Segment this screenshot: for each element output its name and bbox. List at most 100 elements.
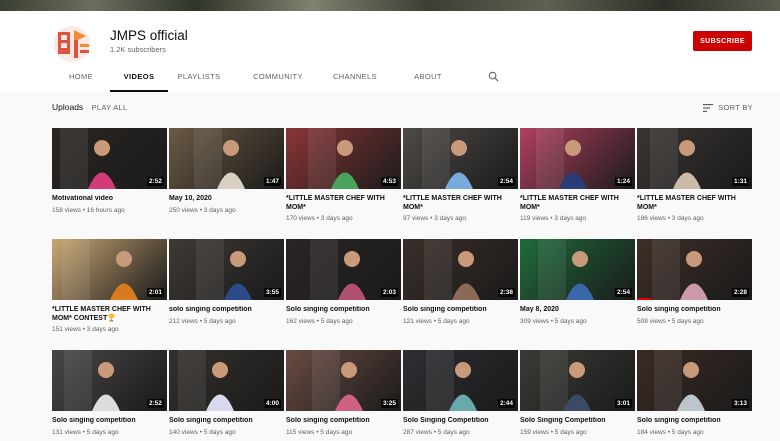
- video-thumbnail[interactable]: 2:54: [520, 239, 635, 300]
- video-duration: 4:53: [380, 177, 398, 186]
- video-duration: 4:00: [263, 399, 281, 408]
- video-thumbnail[interactable]: 2:54: [403, 128, 518, 189]
- video-meta: 115 views • 5 days ago: [286, 428, 353, 436]
- video-card[interactable]: 4:53 *LITTLE MASTER CHEF WITH MOM* 170 vie…: [286, 128, 401, 222]
- video-thumbnail[interactable]: 4:00: [169, 350, 284, 411]
- video-thumbnail[interactable]: 2:28: [637, 239, 752, 300]
- tab-channels[interactable]: CHANNELS: [326, 70, 384, 92]
- video-title[interactable]: *LITTLE MASTER CHEF WITH MOM* CONTEST🏆: [52, 306, 167, 323]
- sort-by-label: SORT BY: [718, 103, 753, 112]
- video-card[interactable]: 4:00 Solo singing competition 140 views • …: [169, 350, 284, 436]
- video-meta: 121 views • 5 days ago: [403, 317, 470, 325]
- video-title[interactable]: *LITTLE MASTER CHEF WITH MOM*: [403, 195, 518, 212]
- video-title-text: Solo singing competition: [52, 417, 136, 424]
- tab-home[interactable]: HOME: [52, 70, 110, 92]
- channel-logo-icon[interactable]: [52, 24, 96, 64]
- video-thumbnail[interactable]: 3:01: [520, 350, 635, 411]
- video-title[interactable]: Solo Singing Competition: [520, 417, 635, 426]
- video-thumbnail[interactable]: 3:25: [286, 350, 401, 411]
- video-thumbnail[interactable]: 3:13: [637, 350, 752, 411]
- video-card[interactable]: 2:54 *LITTLE MASTER CHEF WITH MOM* 97 view…: [403, 128, 518, 222]
- video-card[interactable]: 2:44 Solo Singing Competition 287 views • …: [403, 350, 518, 436]
- video-duration: 2:01: [146, 288, 164, 297]
- video-card[interactable]: 2:28 Solo singing competition 508 views • …: [637, 239, 752, 325]
- video-thumbnail[interactable]: 1:47: [169, 128, 284, 189]
- video-card[interactable]: 2:38 Solo singing competition 121 views • …: [403, 239, 518, 325]
- video-thumbnail[interactable]: 2:44: [403, 350, 518, 411]
- video-title[interactable]: Solo singing competition: [169, 417, 284, 426]
- channel-header: JMPS official 1.2K subscribers SUBSCRIBE…: [0, 11, 780, 92]
- video-title[interactable]: solo singing competition: [169, 306, 284, 315]
- video-card[interactable]: 2:52 Motivational video 158 views • 16 hou…: [52, 128, 167, 214]
- video-title[interactable]: May 10, 2020: [169, 195, 284, 204]
- video-meta: 162 views • 5 days ago: [286, 317, 353, 325]
- video-title-text: Solo singing competition: [169, 417, 253, 424]
- video-title[interactable]: May 8, 2020: [520, 306, 635, 315]
- video-duration: 1:31: [731, 177, 749, 186]
- video-title[interactable]: Solo singing competition: [52, 417, 167, 426]
- video-meta: 309 views • 5 days ago: [520, 317, 587, 325]
- video-card[interactable]: 2:03 Solo singing competition 162 views • …: [286, 239, 401, 325]
- video-thumbnail[interactable]: 3:55: [169, 239, 284, 300]
- video-title-text: Solo Singing Competition: [403, 417, 489, 424]
- tab-about[interactable]: ABOUT: [384, 70, 472, 92]
- video-card[interactable]: 2:52 Solo singing competition 131 views • …: [52, 350, 167, 436]
- video-thumbnail[interactable]: 4:53: [286, 128, 401, 189]
- trophy-icon: 🏆: [107, 314, 116, 322]
- subscribe-button[interactable]: SUBSCRIBE: [693, 31, 752, 51]
- video-meta: 97 views • 3 days ago: [403, 215, 466, 222]
- video-title[interactable]: Solo singing competition: [403, 306, 518, 315]
- video-title-text: May 8, 2020: [520, 306, 559, 313]
- video-title-text: Solo singing competition: [286, 306, 370, 313]
- tab-videos[interactable]: VIDEOS: [110, 70, 168, 92]
- video-title-text: Solo singing competition: [403, 306, 487, 313]
- video-title-text: solo singing competition: [169, 306, 252, 313]
- video-title[interactable]: Solo singing competition: [286, 417, 401, 426]
- video-card[interactable]: 3:01 Solo Singing Competition 159 views • …: [520, 350, 635, 436]
- video-thumbnail[interactable]: 2:52: [52, 350, 167, 411]
- sort-by-button[interactable]: SORT BY: [703, 103, 753, 112]
- video-duration: 2:28: [731, 288, 749, 297]
- play-all-button[interactable]: PLAY ALL: [92, 103, 128, 112]
- video-thumbnail[interactable]: 2:38: [403, 239, 518, 300]
- video-title[interactable]: Motivational video: [52, 195, 167, 204]
- video-title[interactable]: Solo singing competition: [637, 306, 752, 315]
- video-meta: 287 views • 5 days ago: [403, 428, 470, 436]
- video-meta: 250 views • 3 days ago: [169, 206, 236, 214]
- video-meta: 131 views • 5 days ago: [52, 428, 119, 436]
- video-card[interactable]: 1:24 *LITTLE MASTER CHEF WITH MOM* 119 vie…: [520, 128, 635, 222]
- video-card[interactable]: 3:55 solo singing competition 212 views • …: [169, 239, 284, 325]
- video-title[interactable]: *LITTLE MASTER CHEF WITH MOM*: [637, 195, 752, 212]
- subscriber-count: 1.2K subscribers: [110, 45, 166, 54]
- tab-community[interactable]: COMMUNITY: [230, 70, 326, 92]
- video-thumbnail[interactable]: 1:31: [637, 128, 752, 189]
- tab-playlists[interactable]: PLAYLISTS: [168, 70, 230, 92]
- video-card[interactable]: 2:54 May 8, 2020 309 views • 5 days ago: [520, 239, 635, 325]
- video-title[interactable]: Solo singing competition: [637, 417, 752, 426]
- video-meta: 158 views • 16 hours ago: [52, 206, 125, 214]
- video-duration: 2:38: [497, 288, 515, 297]
- video-thumbnail[interactable]: 2:03: [286, 239, 401, 300]
- video-card[interactable]: 2:01 *LITTLE MASTER CHEF WITH MOM* CONTES…: [52, 239, 167, 333]
- video-title[interactable]: Solo singing competition: [286, 306, 401, 315]
- video-title[interactable]: *LITTLE MASTER CHEF WITH MOM*: [520, 195, 635, 212]
- channel-banner: [0, 0, 780, 11]
- video-thumbnail[interactable]: 2:01: [52, 239, 167, 300]
- video-meta: 212 views • 5 days ago: [169, 317, 236, 325]
- video-duration: 3:55: [263, 288, 281, 297]
- video-title-text: Solo singing competition: [286, 417, 370, 424]
- video-thumbnail[interactable]: 1:24: [520, 128, 635, 189]
- video-title-text: Solo singing competition: [637, 306, 721, 313]
- search-icon[interactable]: [488, 71, 499, 82]
- video-card[interactable]: 3:13 Solo singing competition 184 views • …: [637, 350, 752, 436]
- video-meta: 159 views • 5 days ago: [520, 428, 587, 436]
- video-duration: 2:54: [497, 177, 515, 186]
- video-card[interactable]: 3:25 Solo singing competition 115 views • …: [286, 350, 401, 436]
- video-title-text: *LITTLE MASTER CHEF WITH MOM* CONTEST: [52, 306, 151, 322]
- video-title-text: *LITTLE MASTER CHEF WITH MOM*: [520, 195, 619, 211]
- video-title[interactable]: *LITTLE MASTER CHEF WITH MOM*: [286, 195, 401, 212]
- video-title[interactable]: Solo Singing Competition: [403, 417, 518, 426]
- video-card[interactable]: 1:31 *LITTLE MASTER CHEF WITH MOM* 186 vie…: [637, 128, 752, 222]
- video-thumbnail[interactable]: 2:52: [52, 128, 167, 189]
- video-card[interactable]: 1:47 May 10, 2020 250 views • 3 days ago: [169, 128, 284, 214]
